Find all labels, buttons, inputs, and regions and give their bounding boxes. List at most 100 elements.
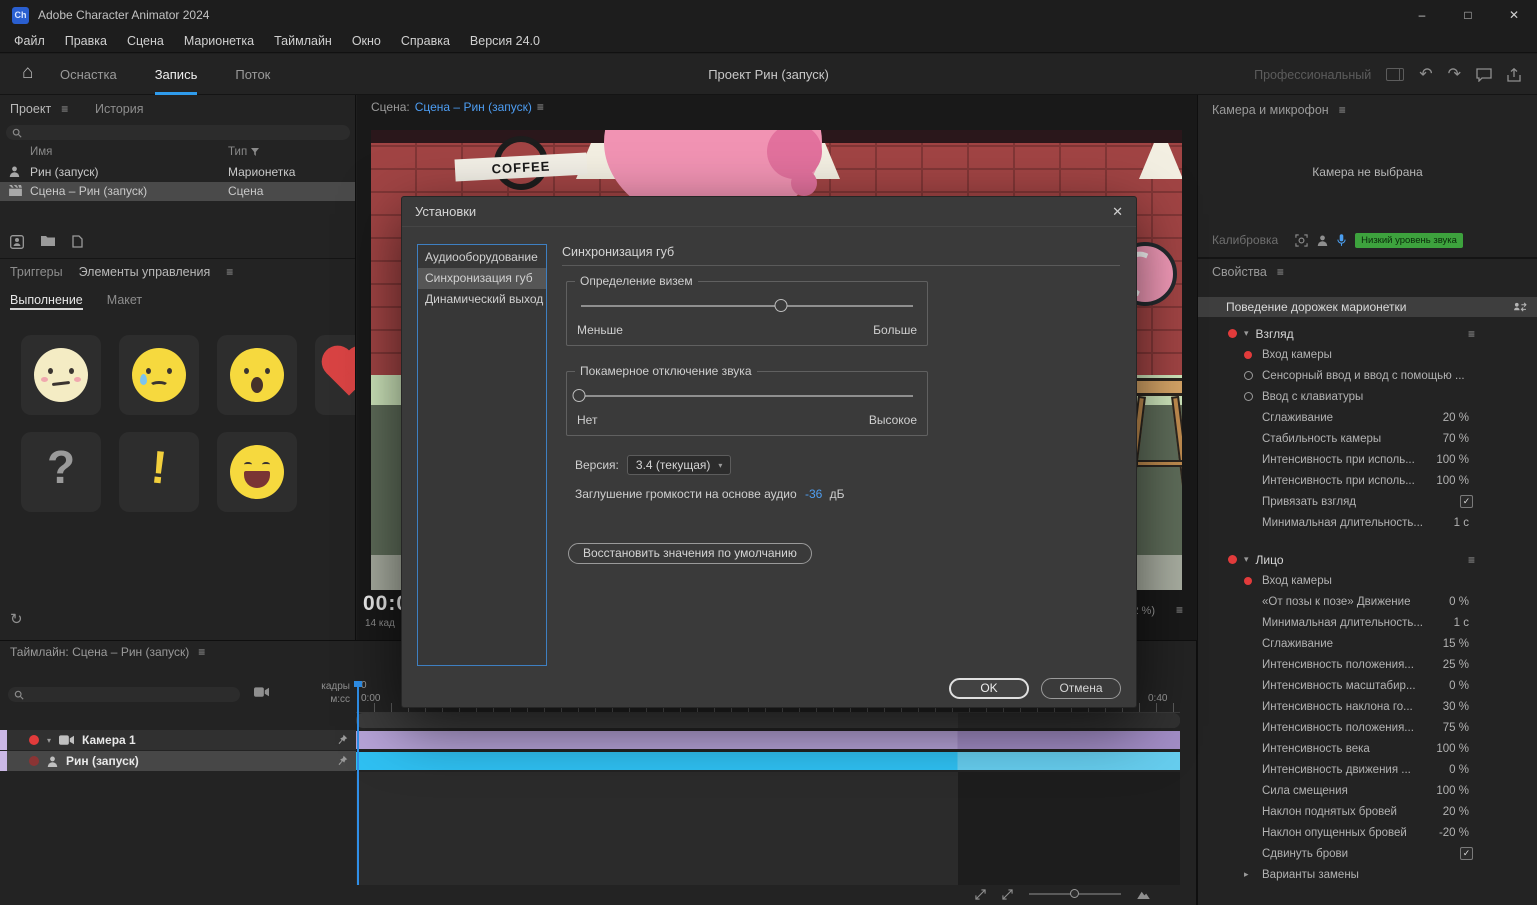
prop-item-1-8[interactable]: Интенсивность века 100 % (1198, 738, 1537, 759)
trigger-tile-worried[interactable] (21, 335, 101, 415)
prop-item-1-4[interactable]: Интенсивность положения... 25 % (1198, 654, 1537, 675)
record-dot[interactable] (1228, 329, 1237, 338)
menu-item-5[interactable]: Окно (342, 34, 391, 48)
undo-icon[interactable]: ↶ (1419, 66, 1432, 83)
prop-item-value[interactable]: 70 % (1443, 433, 1469, 445)
menu-item-0[interactable]: Файл (4, 34, 55, 48)
panel-menu-icon[interactable]: ≡ (537, 100, 544, 114)
timeline-track-camera[interactable]: ▾ Камера 1 (0, 730, 1180, 750)
record-dot[interactable] (29, 735, 39, 745)
reset-defaults-button[interactable]: Восстановить значения по умолчанию (568, 543, 812, 564)
prop-item-1-13[interactable]: Сдвинуть брови ✓ (1198, 843, 1537, 864)
prop-item-value[interactable]: 25 % (1443, 659, 1469, 671)
close-button[interactable]: ✕ (1491, 0, 1537, 30)
timeline-search-input[interactable] (29, 688, 209, 701)
prop-item-1-6[interactable]: Интенсивность наклона го... 30 % (1198, 696, 1537, 717)
menu-item-3[interactable]: Марионетка (174, 34, 264, 48)
snap-icon[interactable] (975, 888, 986, 900)
playhead[interactable] (354, 681, 362, 885)
pin-icon[interactable] (337, 734, 348, 745)
panel-menu-icon[interactable]: ≡ (1339, 103, 1346, 117)
panel-menu-icon[interactable]: ≡ (61, 102, 68, 116)
trigger-tile-exclaim[interactable]: ! (119, 432, 199, 512)
prop-item-1-12[interactable]: Наклон опущенных бровей -20 % (1198, 822, 1537, 843)
track-behavior-icon[interactable] (1513, 302, 1527, 313)
trigger-tile-surprised[interactable] (217, 335, 297, 415)
chevron-down-icon[interactable]: ▾ (47, 736, 51, 745)
prop-item-1-5[interactable]: Интенсивность масштабир... 0 % (1198, 675, 1537, 696)
workspace-mode-label[interactable]: Профессиональный (1254, 68, 1371, 82)
panel-menu-icon[interactable]: ≡ (198, 645, 205, 659)
column-type[interactable]: Тип (228, 146, 260, 158)
zoom-slider-knob[interactable] (1070, 889, 1080, 898)
prop-item-value[interactable]: -20 % (1439, 827, 1469, 839)
prop-item-1-14[interactable]: ▸ Варианты замены (1198, 864, 1537, 885)
prop-item-value[interactable]: 30 % (1443, 701, 1469, 713)
work-area-bar[interactable] (356, 713, 1180, 728)
workspace-tab-2[interactable]: Поток (235, 54, 270, 95)
prop-item-value[interactable]: 0 % (1449, 764, 1469, 776)
chevron-down-icon[interactable]: ▾ (1244, 554, 1249, 565)
checkbox-checked[interactable]: ✓ (1460, 495, 1473, 508)
chevron-right-icon[interactable]: ▸ (1244, 869, 1249, 880)
chat-icon[interactable] (1476, 67, 1492, 82)
fit-icon[interactable] (1002, 888, 1013, 900)
radio-icon[interactable] (1244, 371, 1253, 380)
record-dot[interactable] (1228, 555, 1237, 564)
prop-item-0-2[interactable]: Ввод с клавиатуры (1198, 386, 1537, 407)
tab-layout[interactable]: Макет (107, 293, 142, 307)
tab-project[interactable]: Проект (10, 102, 51, 116)
prop-item-0-3[interactable]: Сглаживание 20 % (1198, 407, 1537, 428)
share-icon[interactable] (1507, 67, 1521, 82)
panel-menu-icon[interactable]: ≡ (226, 265, 233, 279)
prop-item-1-3[interactable]: Сглаживание 15 % (1198, 633, 1537, 654)
trigger-tile-sad[interactable] (119, 335, 199, 415)
ok-button[interactable]: OK (949, 678, 1029, 699)
project-row-0[interactable]: Рин (запуск) Марионетка (0, 163, 355, 182)
slider-knob[interactable] (572, 389, 586, 402)
cancel-button[interactable]: Отмена (1041, 678, 1121, 699)
menu-item-2[interactable]: Сцена (117, 34, 174, 48)
prop-item-value[interactable]: 75 % (1443, 722, 1469, 734)
track-bar-puppet[interactable] (356, 752, 1180, 770)
record-dot[interactable] (1244, 576, 1252, 585)
menu-item-7[interactable]: Версия 24.0 (460, 34, 550, 48)
zoom-slider[interactable] (1029, 889, 1121, 898)
prop-item-1-11[interactable]: Наклон поднятых бровей 20 % (1198, 801, 1537, 822)
record-dot[interactable] (29, 756, 39, 766)
prop-item-1-10[interactable]: Сила смещения 100 % (1198, 780, 1537, 801)
home-icon[interactable]: ⌂ (22, 62, 33, 84)
prop-item-0-7[interactable]: Привязать взгляд ✓ (1198, 491, 1537, 512)
prop-item-0-8[interactable]: Минимальная длительность... 1 с (1198, 512, 1537, 533)
prop-item-value[interactable]: 1 с (1454, 517, 1469, 529)
radio-icon[interactable] (1244, 392, 1253, 401)
new-document-icon[interactable] (72, 235, 83, 249)
prop-item-1-9[interactable]: Интенсивность движения ... 0 % (1198, 759, 1537, 780)
viseme-detection-slider[interactable] (579, 298, 915, 314)
prop-item-value[interactable]: 1 с (1454, 617, 1469, 629)
dialog-close-icon[interactable]: ✕ (1112, 204, 1123, 220)
prop-item-0-0[interactable]: Вход камеры (1198, 344, 1537, 365)
prop-item-0-6[interactable]: Интенсивность при исполь... 100 % (1198, 470, 1537, 491)
folder-icon[interactable] (41, 235, 55, 249)
timeline-track-puppet[interactable]: Рин (запуск) (0, 751, 1180, 771)
refresh-icon[interactable]: ↻ (10, 610, 23, 628)
trigger-tile-question[interactable]: ? (21, 432, 101, 512)
minimize-button[interactable]: – (1399, 0, 1445, 30)
trigger-tile-heart[interactable] (315, 335, 355, 415)
prop-item-value[interactable]: 100 % (1436, 475, 1469, 487)
panel-menu-icon[interactable]: ≡ (1468, 553, 1475, 567)
prop-group-1[interactable]: ▾ Лицо ≡ (1198, 549, 1537, 570)
microphone-icon[interactable] (1337, 233, 1346, 247)
tab-controls[interactable]: Элементы управления (79, 265, 211, 279)
project-search[interactable] (6, 125, 350, 140)
dialog-category-0[interactable]: Аудиооборудование (418, 247, 546, 268)
trigger-tile-smile[interactable] (217, 432, 297, 512)
timeline-search[interactable] (8, 687, 240, 702)
body-tracking-icon[interactable] (1317, 235, 1328, 246)
project-row-1[interactable]: Сцена – Рин (запуск) Сцена (0, 182, 355, 201)
menu-item-4[interactable]: Таймлайн (264, 34, 342, 48)
track-bar-camera[interactable] (356, 731, 1180, 749)
calibrate-button[interactable]: Калибровка (1212, 233, 1278, 247)
pin-icon[interactable] (337, 755, 348, 766)
